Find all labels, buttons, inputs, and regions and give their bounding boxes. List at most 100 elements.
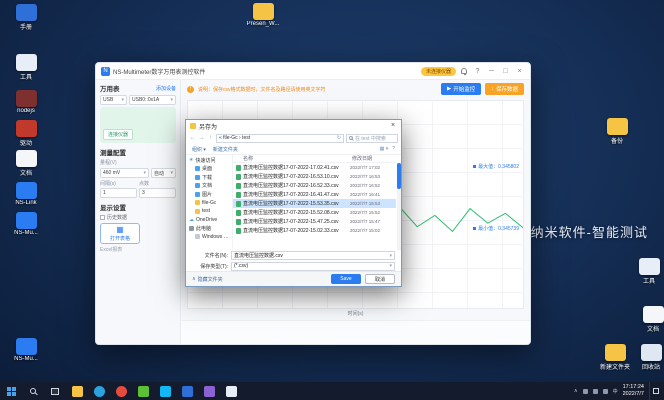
history-checkbox[interactable]: 历史数据 (100, 214, 176, 221)
open-table-button[interactable]: ▦ 打开表格 (100, 223, 140, 244)
battery-icon[interactable] (602, 388, 608, 394)
dialog-titlebar: 另存为 × (186, 120, 401, 132)
minimize-icon[interactable]: ─ (486, 64, 497, 79)
taskbar-edge[interactable] (88, 382, 110, 400)
mode-select[interactable]: 自动 ▾ (151, 168, 176, 178)
filetype-select[interactable]: (*.csv) ▾ (231, 261, 395, 271)
scrollbar-thumb[interactable] (397, 163, 401, 189)
nav-item-onedrive[interactable]: ☁ OneDrive (186, 216, 232, 225)
file-row[interactable]: 直流电压监控数据17-07-2022-15.47.25.csv 2022/7/7… (233, 217, 396, 226)
desktop-icon[interactable]: NS-Mu... (3, 338, 49, 362)
task-view-button[interactable] (44, 382, 66, 400)
mode-value: 自动 (154, 170, 165, 177)
nav-item-file-gc[interactable]: file-Gc (186, 199, 232, 208)
play-icon: ▶ (446, 86, 452, 92)
points-input[interactable]: 3 (139, 188, 176, 198)
cancel-button[interactable]: 取消 (365, 274, 395, 284)
taskbar-chrome[interactable] (110, 382, 132, 400)
action-center-button[interactable] (649, 382, 661, 400)
desktop-icon[interactable]: 工具 (626, 258, 664, 285)
range-select[interactable]: 460 mV ▾ (100, 168, 149, 178)
close-icon[interactable]: × (514, 64, 525, 79)
file-row[interactable]: 直流电压监控数据17-07-2022-16.41.47.csv 2022/7/7… (233, 190, 396, 199)
file-row-selected[interactable]: 直流电压监控数据17-07-2022-15.53.35.csv 2022/7/7… (233, 199, 396, 208)
taskbar-vscode[interactable] (176, 382, 198, 400)
filename-input[interactable]: 直流电压监控数据.csv ▾ (231, 251, 395, 260)
file-row[interactable]: 直流电压监控数据17-07-2022-15.02.33.csv 2022/7/7… (233, 226, 396, 235)
connect-button[interactable]: 连接仪器 (103, 129, 134, 140)
hide-folders-link[interactable]: ∧ 隐藏文件夹 (192, 276, 223, 283)
refresh-icon[interactable]: ↻ (337, 135, 341, 141)
desktop-icon[interactable]: Presen_W... (240, 3, 286, 27)
network-icon[interactable] (592, 388, 598, 394)
language-indicator[interactable]: 中 (613, 388, 618, 395)
desktop-icon[interactable]: NS-Link (3, 182, 49, 206)
nav-item-downloads[interactable]: 下载 (186, 173, 232, 182)
bus-type-select[interactable]: USB ▾ (100, 95, 127, 105)
app-icon (15, 182, 37, 199)
up-icon[interactable]: ↑ (207, 135, 214, 141)
dialog-nav-pane: ★ 快速访问 桌面 下载 文档 图片 file-Gc test ☁ OneDri… (186, 155, 233, 250)
desktop-icon[interactable]: 手册 (3, 4, 49, 31)
file-row[interactable]: 直流电压监控数据17-07-2022-17.02.41.csv 2022/7/7… (233, 163, 396, 172)
bell-icon[interactable] (461, 68, 467, 75)
organize-menu[interactable]: 组织 ▾ (192, 146, 206, 153)
start-monitor-button[interactable]: ▶ 开始监控 (440, 83, 482, 95)
taskbar-file-explorer[interactable] (66, 382, 88, 400)
taskbar-app[interactable] (220, 382, 242, 400)
address-bar[interactable]: « file-Gc › test ↻ (216, 133, 344, 143)
nav-item-test[interactable]: test (186, 207, 232, 216)
nav-item-desktop[interactable]: 桌面 (186, 165, 232, 174)
visa-address-select[interactable]: USB0::0x1A ▾ (129, 95, 176, 105)
taskbar-clock[interactable]: 17:17:24 2022/7/7 (623, 384, 644, 399)
desktop-icon[interactable]: nodejs (3, 90, 49, 114)
desktop-icon[interactable]: 工具 (3, 54, 49, 81)
forward-icon[interactable]: → (198, 135, 205, 141)
nav-item-c-drive[interactable]: Windows (C:) (186, 233, 232, 242)
taskbar: ∧ 中 17:17:24 2022/7/7 (0, 382, 664, 400)
taskbar-search-button[interactable] (22, 382, 44, 400)
help-icon[interactable]: ? (392, 146, 395, 152)
desktop-icon[interactable]: NS-Mu... (3, 212, 49, 236)
taskbar-app[interactable] (198, 382, 220, 400)
bus-type-value: USB (103, 97, 114, 103)
close-icon[interactable]: × (385, 120, 401, 132)
back-icon[interactable]: ← (189, 135, 196, 141)
file-row[interactable]: 直流电压监控数据17-07-2022-16.53.10.csv 2022/7/7… (233, 172, 396, 181)
file-row[interactable]: 直流电压监控数据17-07-2022-15.52.08.csv 2022/7/7… (233, 208, 396, 217)
desktop-icon-label: 驱动 (19, 141, 32, 147)
scrollbar[interactable] (397, 163, 401, 250)
save-button[interactable]: Save (331, 274, 361, 284)
desktop-icon[interactable]: 备份 (594, 118, 640, 145)
new-folder-button[interactable]: 新建文件夹 (213, 146, 238, 153)
taskbar-wechat[interactable] (132, 382, 154, 400)
nav-item-pictures[interactable]: 图片 (186, 190, 232, 199)
desktop-icon-label: NS-Mu... (14, 230, 38, 236)
dialog-body: ★ 快速访问 桌面 下载 文档 图片 file-Gc test ☁ OneDri… (186, 155, 401, 250)
volume-icon[interactable] (582, 388, 588, 394)
help-icon[interactable]: ? (472, 64, 483, 79)
taskbar-qq[interactable] (154, 382, 176, 400)
view-options-icon[interactable]: ▦ ▾ (380, 146, 389, 152)
nav-item-quick-access[interactable]: ★ 快速访问 (186, 156, 232, 165)
start-button[interactable] (0, 382, 22, 400)
tray-expand-icon[interactable]: ∧ (574, 388, 578, 394)
nav-item-documents[interactable]: 文档 (186, 182, 232, 191)
nav-item-this-pc[interactable]: 此电脑 (186, 224, 232, 233)
app-logo-icon: N (101, 66, 110, 76)
column-name[interactable]: 名称 (243, 155, 352, 162)
file-row[interactable]: 直流电压监控数据17-07-2022-16.52.33.csv 2022/7/7… (233, 181, 396, 190)
excel-label: Excel报表 (100, 247, 123, 253)
desktop-icon[interactable]: 驱动 (3, 120, 49, 147)
maximize-icon[interactable]: □ (500, 64, 511, 79)
save-data-label: 保存数据 (495, 87, 518, 93)
desktop-icon[interactable]: 文档 (630, 306, 664, 333)
csv-file-icon (236, 209, 241, 216)
search-input[interactable]: 在 test 中搜索 (346, 133, 398, 143)
column-date[interactable]: 修改日期 (352, 155, 396, 162)
desktop-icon[interactable]: 回收站 (628, 344, 664, 371)
save-data-button[interactable]: ↓ 保存数据 (485, 83, 524, 95)
interval-input[interactable]: 1 (100, 188, 137, 198)
desktop-icon[interactable]: 文档 (3, 150, 49, 177)
add-device-link[interactable]: 添加设备 (156, 85, 176, 92)
